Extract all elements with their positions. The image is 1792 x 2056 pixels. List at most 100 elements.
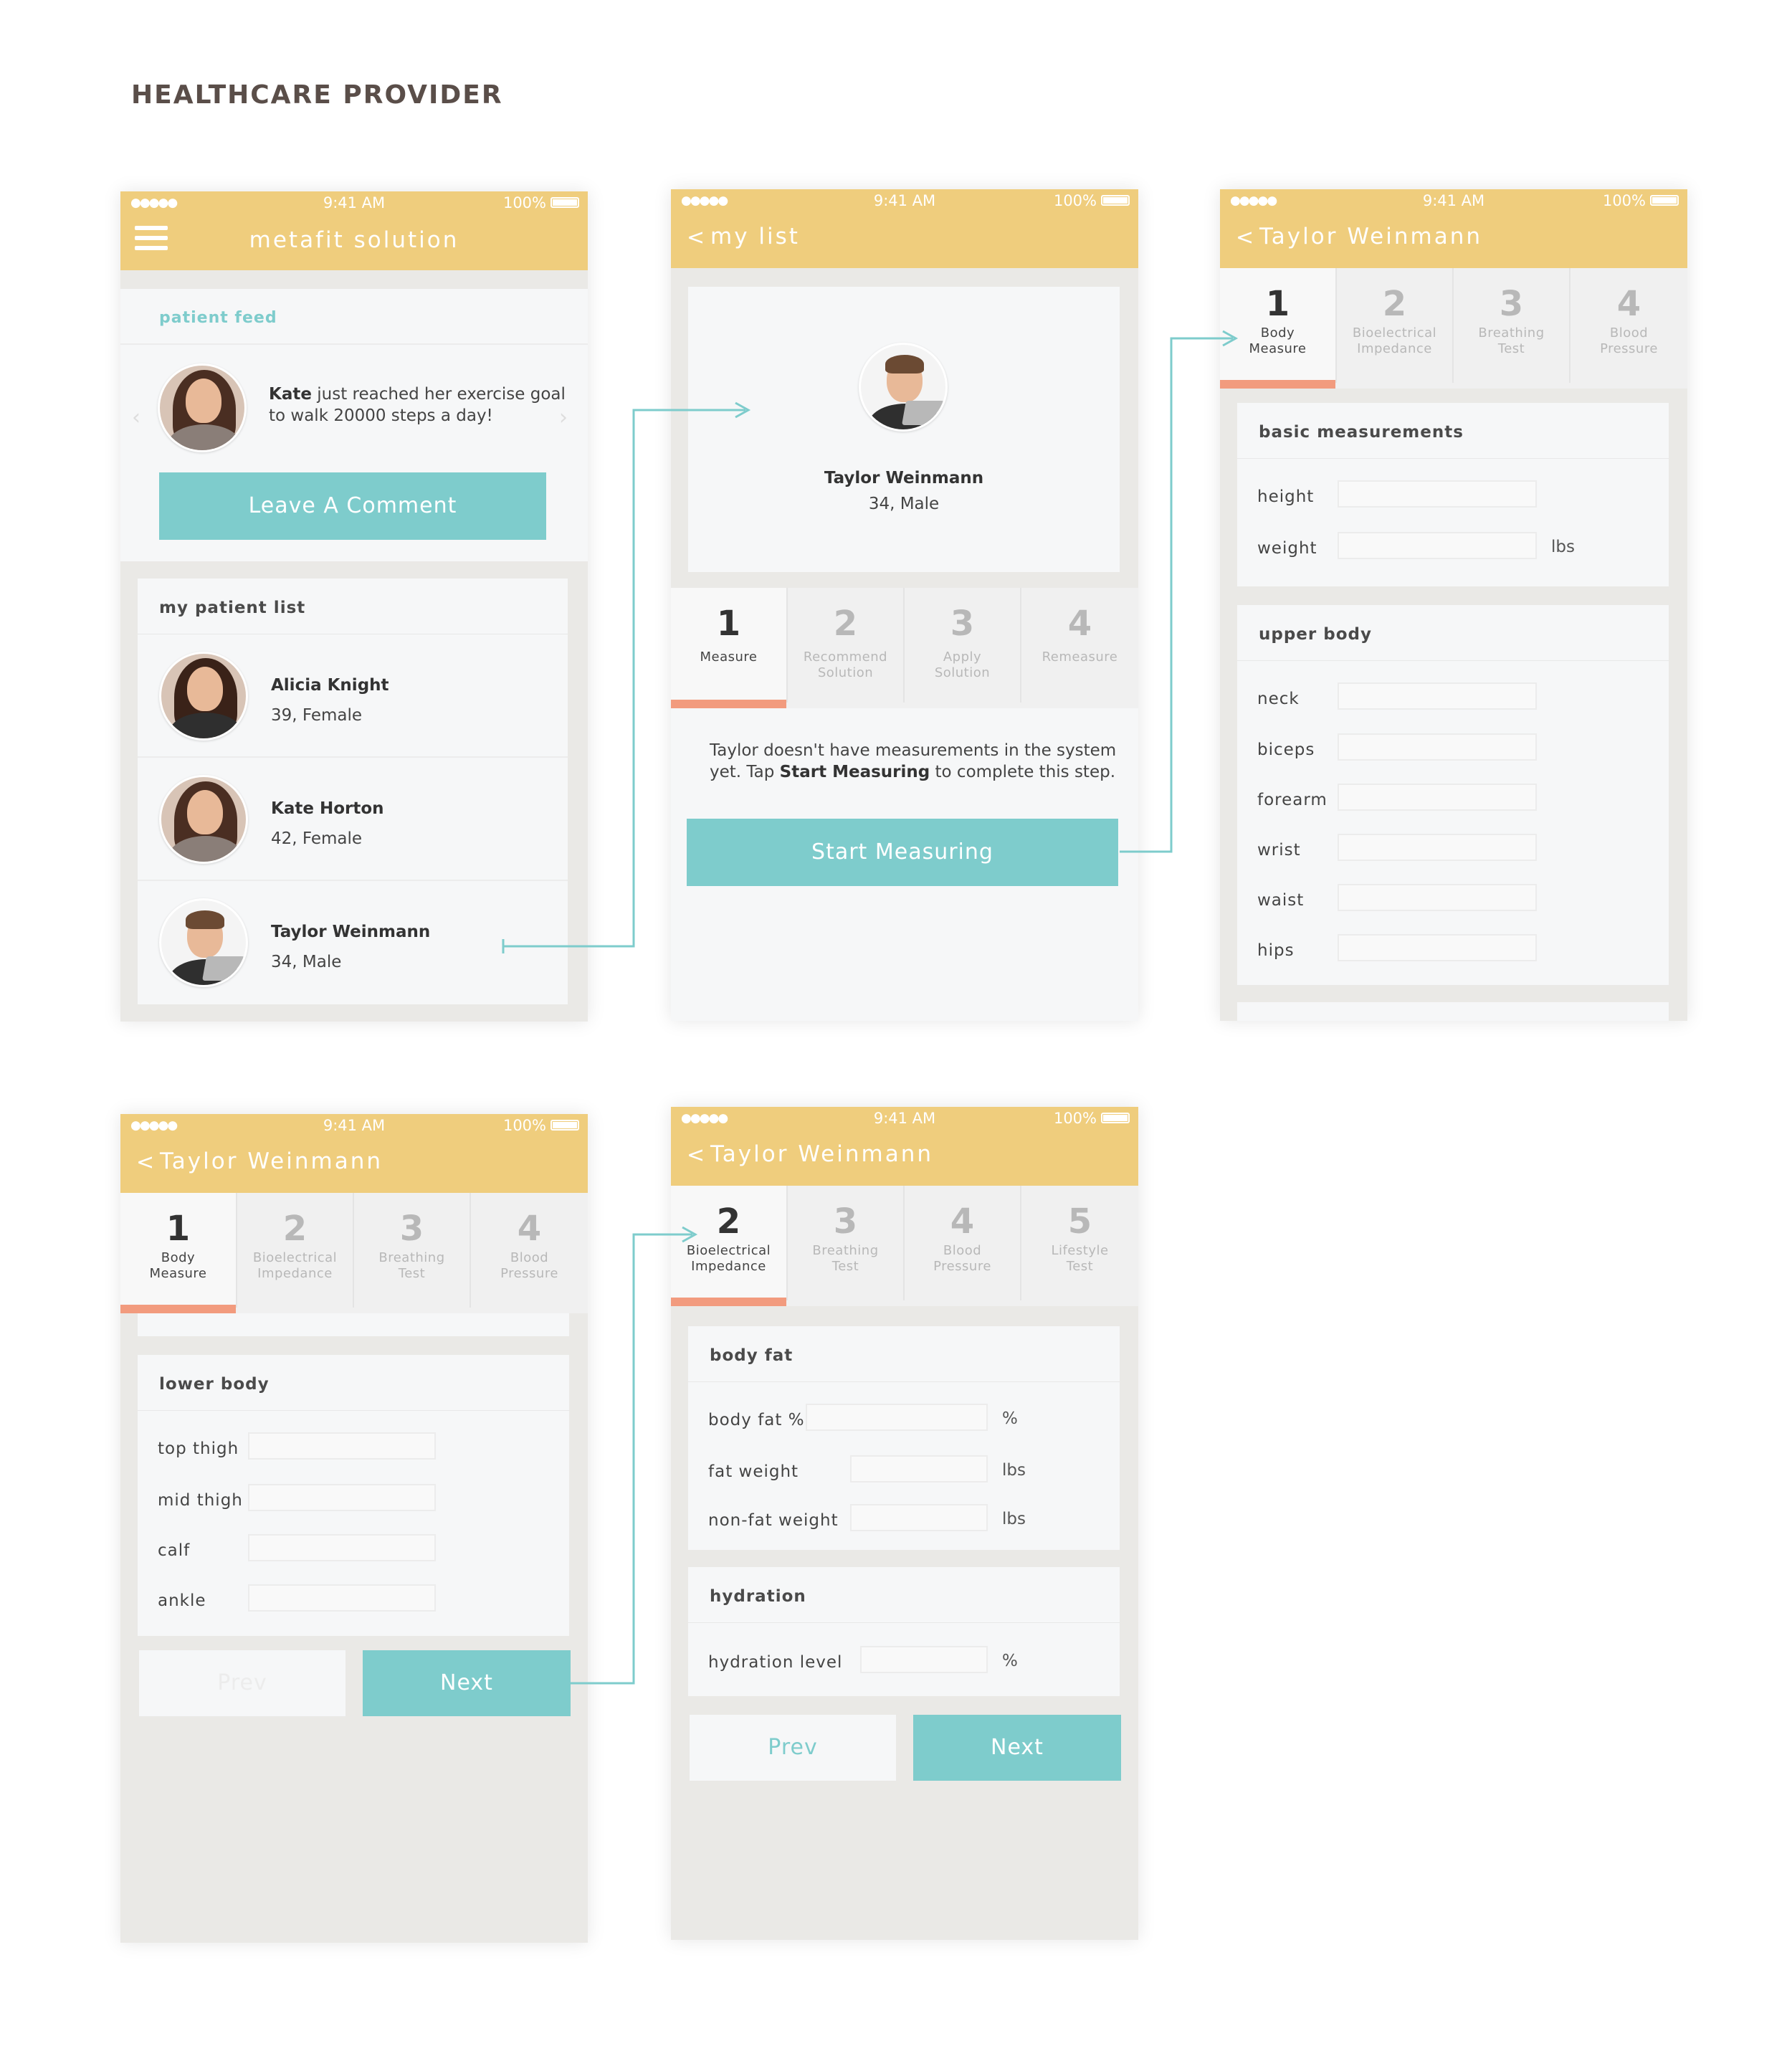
height-input[interactable]	[1338, 480, 1537, 508]
height-row: height	[1237, 480, 1669, 516]
tab-breathing-test[interactable]: 3 Breathing Test	[788, 1186, 905, 1300]
tab-blood-pressure[interactable]: 4 Blood Pressure	[905, 1186, 1021, 1300]
avatar-taylor	[859, 343, 948, 432]
tab-number: 2	[1382, 284, 1407, 324]
ankle-label: ankle	[158, 1591, 206, 1610]
fat-weight-input[interactable]	[850, 1455, 988, 1482]
mid-thigh-input[interactable]	[248, 1484, 436, 1511]
patient-list-item[interactable]: Alicia Knight 39, Female	[138, 634, 568, 758]
neck-label: neck	[1257, 690, 1300, 708]
top-thigh-row: top thigh	[138, 1432, 569, 1468]
back-chevron-icon[interactable]: <	[687, 225, 707, 250]
tab-label: Bioelectrical	[686, 1243, 771, 1258]
screen-patient-feed: ●●●●● 9:41 AM 100% metafit solution pati…	[120, 191, 588, 1022]
non-fat-weight-label: non-fat weight	[708, 1511, 839, 1530]
profile-area: Taylor Weinmann 34, Male	[671, 268, 1138, 598]
body-fat-pct-input[interactable]	[806, 1404, 988, 1431]
top-thigh-input[interactable]	[248, 1432, 436, 1460]
next-card-peek	[1237, 1002, 1669, 1021]
forearm-input[interactable]	[1338, 784, 1537, 811]
tab-breathing-test[interactable]: 3 Breathing Test	[1454, 268, 1571, 383]
hips-input[interactable]	[1338, 934, 1537, 961]
hydration-level-input[interactable]	[860, 1646, 988, 1673]
avatar-alicia	[159, 652, 248, 741]
back-chevron-icon[interactable]: <	[687, 1143, 707, 1168]
tab-label-line2: Measure	[149, 1266, 207, 1281]
leave-comment-button[interactable]: Leave A Comment	[159, 472, 546, 540]
patient-list-item[interactable]: Taylor Weinmann 34, Male	[138, 881, 568, 1004]
profile-name: Taylor Weinmann	[824, 469, 984, 487]
feed-message: Kate just reached her exercise goal	[269, 385, 566, 404]
screen-title: my list	[710, 224, 800, 249]
screen-title: Taylor Weinmann	[710, 1141, 933, 1167]
tab-bioelectrical-impedance[interactable]: 2 Bioelectrical Impedance	[237, 1193, 354, 1308]
tab-number: 3	[1499, 284, 1524, 324]
tab-label-line2: Impedance	[1357, 341, 1432, 356]
battery-percent: 100%	[1602, 192, 1646, 209]
battery-percent: 100%	[1053, 192, 1097, 209]
tab-bioelectrical-impedance[interactable]: 2 Bioelectrical Impedance	[1337, 268, 1454, 383]
patient-list-item[interactable]: Kate Horton 42, Female	[138, 758, 568, 881]
message-bold-text: Start Measuring	[779, 763, 930, 781]
tab-blood-pressure[interactable]: 4 Blood Pressure	[1571, 268, 1687, 383]
weight-input[interactable]	[1338, 532, 1537, 559]
non-fat-weight-input[interactable]	[850, 1504, 988, 1531]
tab-measure[interactable]: 1 Measure	[671, 588, 788, 708]
top-thigh-label: top thigh	[158, 1439, 239, 1458]
avatar-kate	[158, 363, 247, 452]
fat-weight-unit: lbs	[1002, 1461, 1026, 1480]
waist-input[interactable]	[1338, 884, 1537, 911]
screen-title: Taylor Weinmann	[160, 1148, 383, 1174]
prev-button[interactable]: Prev	[690, 1715, 896, 1781]
battery-percent: 100%	[502, 1117, 546, 1134]
message-text: to complete this step.	[935, 763, 1116, 781]
tab-breathing-test[interactable]: 3 Breathing Test	[354, 1193, 471, 1308]
tab-label: Body	[161, 1250, 196, 1265]
body-fat-pct-row: body fat % %	[688, 1404, 1120, 1439]
battery-icon	[1101, 195, 1130, 206]
battery-icon	[551, 197, 579, 208]
tab-label: Recommend	[803, 649, 888, 665]
tab-number: 4	[1616, 284, 1641, 324]
status-bar: ●●●●● 9:41 AM 100%	[671, 189, 1138, 211]
next-button[interactable]: Next	[363, 1650, 571, 1716]
wrist-input[interactable]	[1338, 834, 1537, 861]
back-chevron-icon[interactable]: <	[136, 1150, 156, 1175]
tab-body-measure[interactable]: 1 Body Measure	[120, 1193, 237, 1313]
neck-input[interactable]	[1338, 682, 1537, 710]
tab-lifestyle-test[interactable]: 5 Lifestyle Test	[1021, 1186, 1138, 1300]
tab-remeasure[interactable]: 4 Remeasure	[1021, 588, 1138, 703]
status-bar: ●●●●● 9:41 AM 100%	[120, 191, 588, 213]
feed-next-arrow-icon[interactable]: ›	[559, 405, 568, 430]
next-button[interactable]: Next	[913, 1715, 1121, 1781]
battery-percent: 100%	[1053, 1110, 1097, 1127]
hips-label: hips	[1257, 941, 1295, 960]
tab-apply-solution[interactable]: 3 Apply Solution	[905, 588, 1021, 703]
status-bar: ●●●●● 9:41 AM 100%	[120, 1114, 588, 1136]
patient-name: Taylor Weinmann	[271, 923, 431, 941]
lower-body-card: lower body top thigh mid thigh calf ankl…	[138, 1355, 569, 1636]
calf-row: calf	[138, 1534, 569, 1570]
ankle-input[interactable]	[248, 1584, 436, 1612]
feed-message-line2: to walk 20000 steps a day!	[269, 406, 493, 425]
start-measuring-button[interactable]: Start Measuring	[687, 819, 1118, 886]
biceps-input[interactable]	[1338, 733, 1537, 761]
tab-blood-pressure[interactable]: 4 Blood Pressure	[471, 1193, 588, 1308]
tab-label-line2: Solution	[817, 665, 874, 680]
back-chevron-icon[interactable]: <	[1236, 225, 1256, 250]
battery-icon	[1101, 1113, 1130, 1123]
tab-recommend-solution[interactable]: 2 Recommend Solution	[788, 588, 905, 703]
feed-prev-arrow-icon[interactable]: ‹	[132, 405, 140, 430]
screen-body-measure-upper: ●●●●● 9:41 AM 100% < Taylor Weinmann 1 B…	[1220, 189, 1687, 1021]
tab-body-measure[interactable]: 1 Body Measure	[1220, 268, 1337, 389]
tab-label: Apply	[943, 649, 982, 665]
calf-input[interactable]	[248, 1534, 436, 1561]
tab-bioelectrical-impedance[interactable]: 2 Bioelectrical Impedance	[671, 1186, 788, 1306]
hydration-header: hydration	[688, 1567, 1120, 1623]
no-measurements-message-line1: Taylor doesn't have measurements in the …	[710, 741, 1117, 760]
tab-label: Body	[1260, 325, 1295, 341]
prev-button[interactable]: Prev	[139, 1650, 345, 1716]
tab-label: Breathing	[1478, 325, 1545, 341]
tab-label: Blood	[510, 1250, 549, 1265]
patient-list-header: my patient list	[138, 579, 568, 634]
